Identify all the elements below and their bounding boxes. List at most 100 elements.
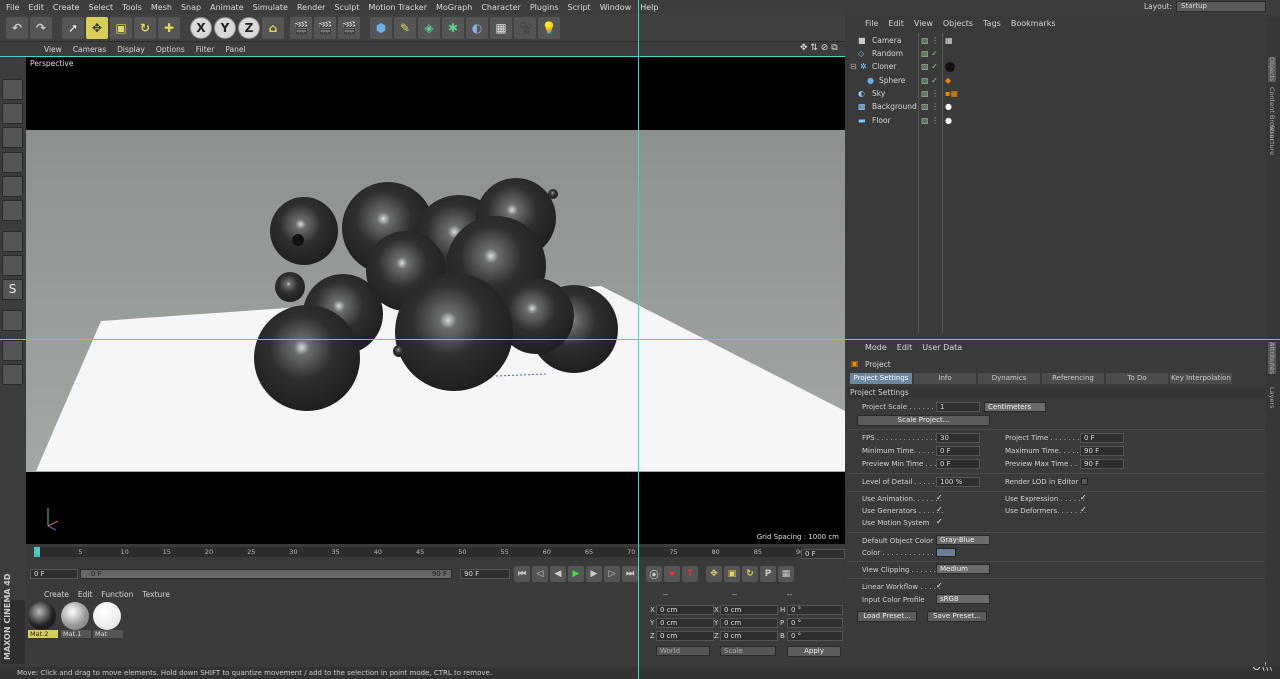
apply-button[interactable]: Apply: [787, 646, 841, 657]
size-mode-dropdown[interactable]: Scale: [720, 646, 776, 656]
enable-check-icon[interactable]: ▨ ✓: [921, 62, 938, 71]
edges-mode-icon[interactable]: [2, 176, 23, 197]
array-generator-icon[interactable]: ✱: [442, 17, 464, 39]
attr-menu-user-data[interactable]: User Data: [922, 343, 962, 352]
cube-primitive-icon[interactable]: ⬢: [370, 17, 392, 39]
menu-select[interactable]: Select: [88, 3, 113, 12]
visibility-icon[interactable]: ▨ ⋮: [921, 102, 939, 111]
menu-tools[interactable]: Tools: [122, 3, 142, 12]
coord-system-dropdown[interactable]: World: [656, 646, 710, 656]
visibility-icon[interactable]: ▨ ⋮: [921, 36, 939, 45]
material-tag-icon[interactable]: ●: [945, 102, 952, 111]
menu-edit[interactable]: Edit: [28, 3, 44, 12]
material-mat1[interactable]: Mat.1: [61, 602, 91, 640]
visibility-icon[interactable]: ▨ ⋮: [921, 116, 939, 125]
material-mat2[interactable]: Mat.2: [28, 602, 58, 640]
tab-project-settings[interactable]: Project Settings: [850, 373, 912, 384]
linear-workflow-checkbox[interactable]: ✓: [936, 581, 943, 590]
points-mode-icon[interactable]: [2, 152, 23, 173]
project-time-field[interactable]: 0 F: [1080, 433, 1124, 443]
start-frame-field[interactable]: 0 F: [30, 569, 78, 579]
floor-scene-icon[interactable]: ▦: [490, 17, 512, 39]
obj-menu-view[interactable]: View: [914, 19, 933, 28]
vp-menu-display[interactable]: Display: [117, 45, 145, 54]
rotate-tool-icon[interactable]: ↻: [134, 17, 156, 39]
tab-to-do[interactable]: To Do: [1106, 373, 1168, 384]
attr-menu-mode[interactable]: Mode: [865, 343, 887, 352]
tab-dynamics[interactable]: Dynamics: [978, 373, 1040, 384]
visibility-icon[interactable]: ▨ ⋮: [921, 89, 939, 98]
tag-icon[interactable]: ▦: [945, 36, 953, 45]
redo-icon[interactable]: ↷: [30, 17, 52, 39]
rot-h-field[interactable]: 0 °: [787, 605, 843, 615]
scale-project-button[interactable]: Scale Project...: [857, 415, 990, 426]
tab-referencing[interactable]: Referencing: [1042, 373, 1104, 384]
locked-workplane-icon[interactable]: [2, 364, 23, 385]
z-axis-lock[interactable]: Z: [238, 17, 260, 39]
rotation-key-icon[interactable]: ↻: [742, 566, 758, 582]
camera-icon[interactable]: 🎥: [514, 17, 536, 39]
pos-z-field[interactable]: 0 cm: [656, 631, 714, 641]
make-editable-icon[interactable]: [2, 79, 23, 100]
view-clipping-dropdown[interactable]: Medium: [936, 564, 990, 574]
attr-menu-edit[interactable]: Edit: [897, 343, 913, 352]
size-z-field[interactable]: 0 cm: [720, 631, 778, 641]
menu-render[interactable]: Render: [297, 3, 325, 12]
enable-check-icon[interactable]: ▨ ✓: [921, 49, 938, 58]
menu-mesh[interactable]: Mesh: [151, 3, 172, 12]
texture-mode-icon[interactable]: [2, 127, 23, 148]
use-generators-checkbox[interactable]: ✓: [936, 505, 943, 514]
use-motion-checkbox[interactable]: ✓: [936, 517, 943, 526]
axis-mode-icon[interactable]: [2, 231, 23, 252]
use-animation-checkbox[interactable]: ✓: [936, 493, 943, 502]
side-tab-attributes[interactable]: Attributes: [1268, 342, 1276, 375]
size-x-field[interactable]: 0 cm: [720, 605, 778, 615]
next-frame-icon[interactable]: ▶: [586, 566, 602, 582]
mat-menu-texture[interactable]: Texture: [142, 590, 169, 599]
render-settings-icon[interactable]: 🎬: [338, 17, 360, 39]
scale-tool-icon[interactable]: ▣: [110, 17, 132, 39]
use-expression-checkbox[interactable]: ✓: [1080, 493, 1087, 502]
side-tab-structure[interactable]: Structure: [1268, 125, 1276, 155]
object-row-floor[interactable]: ▬ Floor ▨ ⋮ ●: [847, 114, 1265, 127]
preview-max-field[interactable]: 90 F: [1080, 459, 1124, 469]
magnet-icon[interactable]: [2, 310, 23, 331]
rot-p-field[interactable]: 0 °: [787, 618, 843, 628]
menu-character[interactable]: Character: [481, 3, 521, 12]
viewport-nav-icons[interactable]: ✥ ⇅ ⊘ ⧉: [800, 43, 838, 53]
menu-animate[interactable]: Animate: [210, 3, 244, 12]
perspective-viewport[interactable]: Perspective Grid Spacing : 1000 cm: [26, 56, 845, 544]
prev-frame-icon[interactable]: ◀: [550, 566, 566, 582]
current-frame-field[interactable]: 0 F: [801, 549, 845, 559]
pos-y-field[interactable]: 0 cm: [656, 618, 714, 628]
input-profile-dropdown[interactable]: sRGB: [936, 594, 990, 604]
obj-menu-file[interactable]: File: [865, 19, 878, 28]
y-axis-lock[interactable]: Y: [214, 17, 236, 39]
object-row-background[interactable]: ▩ Background ▨ ⋮ ●: [847, 100, 1265, 113]
collapse-icon[interactable]: ⊟: [850, 62, 857, 71]
mat-menu-edit[interactable]: Edit: [78, 590, 93, 599]
menu-snap[interactable]: Snap: [181, 3, 201, 12]
color-swatch[interactable]: [936, 548, 956, 557]
obj-menu-bookmarks[interactable]: Bookmarks: [1011, 19, 1056, 28]
side-tab-layers[interactable]: Layers: [1268, 387, 1276, 409]
side-tab-objects[interactable]: Objects: [1268, 57, 1276, 82]
select-tool-icon[interactable]: ➚: [62, 17, 84, 39]
vp-menu-panel[interactable]: Panel: [225, 45, 245, 54]
render-view-icon[interactable]: 🎬: [290, 17, 312, 39]
material-tag-icon[interactable]: [945, 61, 955, 72]
object-row-sphere[interactable]: ● Sphere ▨ ✓ ◆: [847, 74, 1265, 87]
auto-key-icon[interactable]: ⏺: [664, 566, 680, 582]
menu-script[interactable]: Script: [567, 3, 590, 12]
obj-menu-objects[interactable]: Objects: [943, 19, 973, 28]
menu-sculpt[interactable]: Sculpt: [334, 3, 359, 12]
menu-help[interactable]: Help: [640, 3, 658, 12]
live-select-icon[interactable]: ✚: [158, 17, 180, 39]
range-slider[interactable]: 0 F 90 F: [80, 569, 452, 579]
nurbs-icon[interactable]: ◈: [418, 17, 440, 39]
use-deformers-checkbox[interactable]: ✓: [1080, 505, 1087, 514]
material-mat[interactable]: Mat: [93, 602, 123, 640]
lod-field[interactable]: 100 %: [936, 477, 980, 487]
mat-menu-create[interactable]: Create: [44, 590, 69, 599]
phong-tag-icon[interactable]: ◆: [945, 76, 951, 85]
